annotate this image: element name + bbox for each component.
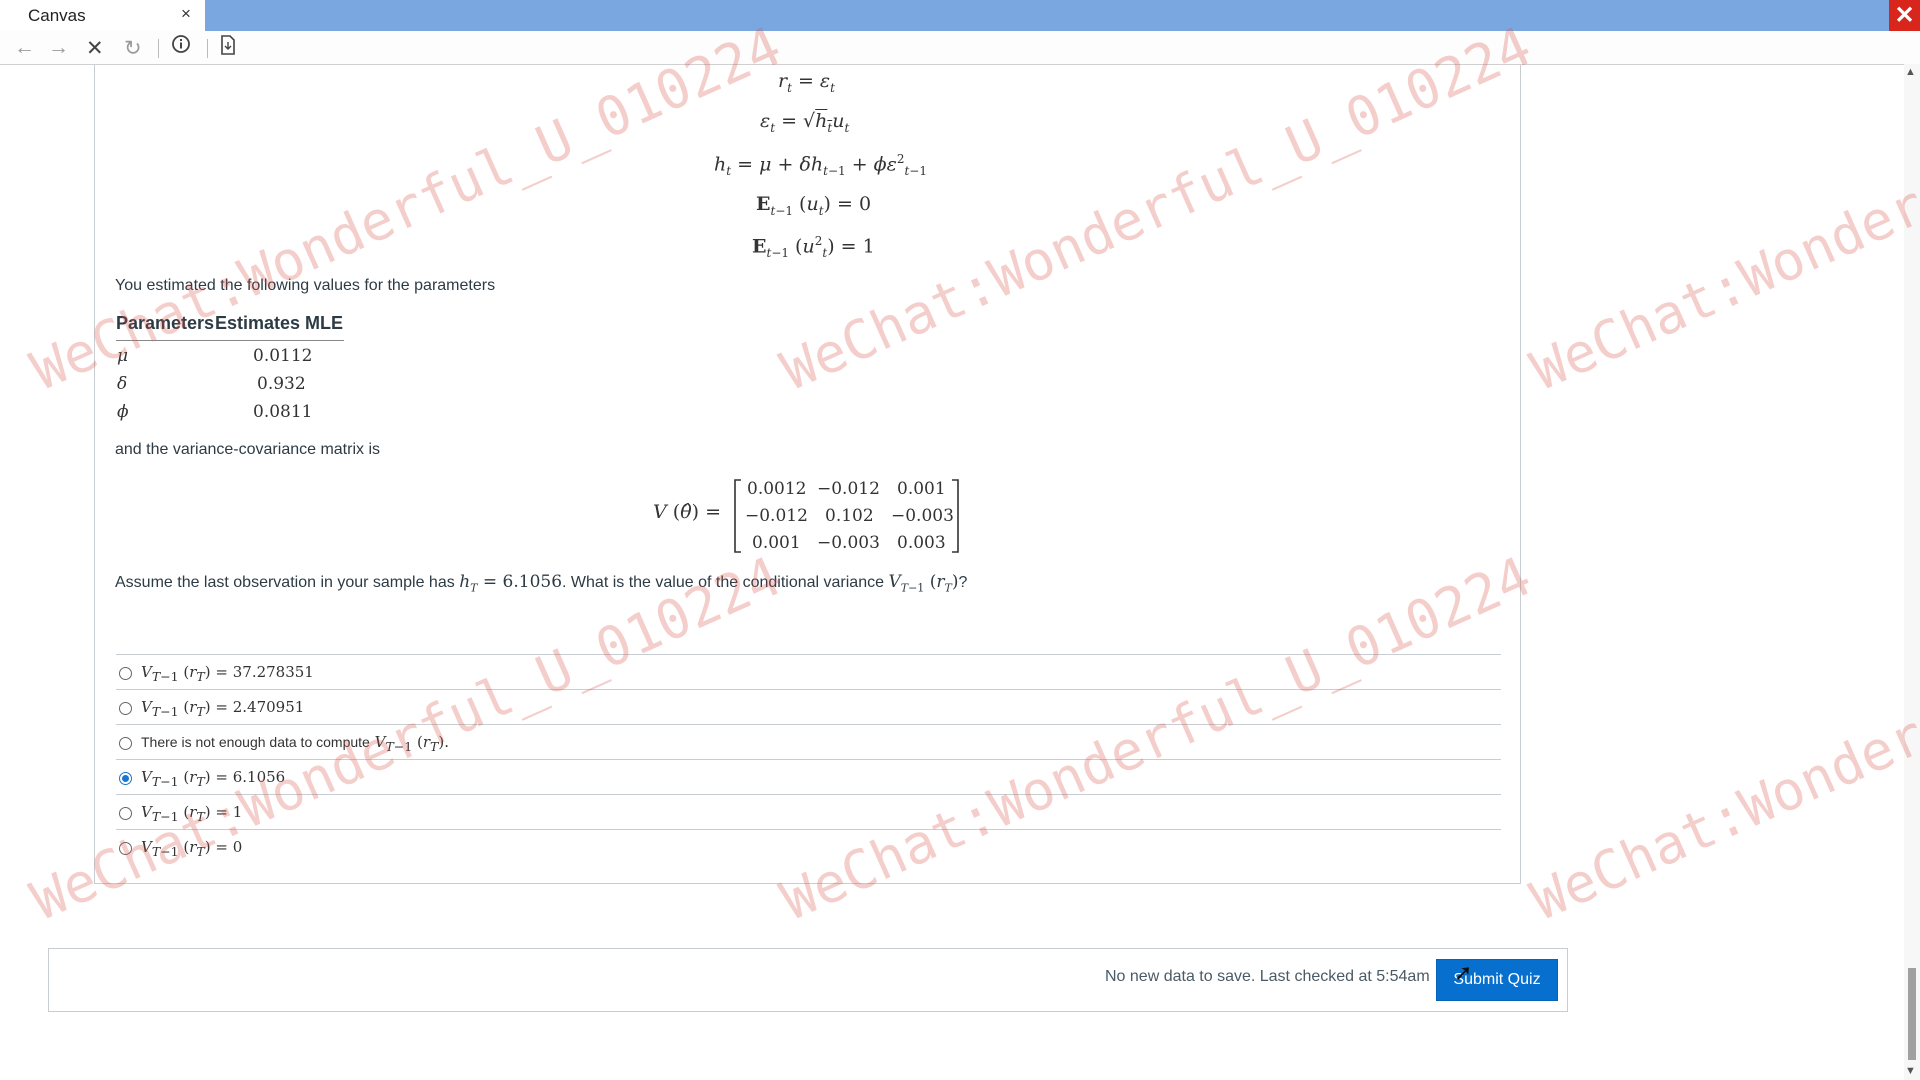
answer-radio-selected[interactable] <box>119 772 132 785</box>
reload-icon[interactable]: ↻ <box>124 36 142 61</box>
equation-returns: rt = εt <box>778 70 835 95</box>
equation-variance: ht = μ + δht−1 + ϕε2t−1 <box>714 152 927 179</box>
equation-epsilon: εt = √htut <box>760 110 850 135</box>
answer-radio[interactable] <box>119 737 132 750</box>
answer-option[interactable]: VT−1 (rT) = 6.1056 <box>141 768 285 789</box>
answer-option[interactable]: VT−1 (rT) = 2.470951 <box>141 698 304 719</box>
answer-text: There is not enough data to compute <box>141 734 370 750</box>
question-box <box>94 65 1521 884</box>
browser-tab[interactable]: Canvas × <box>0 0 205 31</box>
matrix-cell: 0.001 <box>897 479 946 499</box>
prompt-part1: Assume the last observation in your samp… <box>115 574 455 591</box>
matrix-intro: and the variance-covariance matrix is <box>115 441 381 458</box>
answer-value: 37.278351 <box>232 663 314 681</box>
window-close-button[interactable]: ✕ <box>1889 0 1920 31</box>
matrix-cell: 0.102 <box>825 506 874 526</box>
answer-option[interactable]: There is not enough data to compute VT−1… <box>141 733 449 754</box>
prompt-part2: What is the value of the conditional var… <box>570 574 884 591</box>
option-divider <box>116 654 1501 655</box>
option-divider <box>116 759 1501 760</box>
parameters-intro: You estimated the following values for t… <box>115 277 496 294</box>
tab-close-icon[interactable]: × <box>181 4 191 24</box>
matrix-cell: 0.003 <box>897 533 946 553</box>
answer-value: 0 <box>232 838 243 856</box>
equation-mean-u: Et−1 (ut) = 0 <box>756 193 872 218</box>
option-divider <box>116 794 1501 795</box>
answer-radio[interactable] <box>119 807 132 820</box>
mouse-cursor-icon: ➚ <box>1454 960 1473 985</box>
prompt-ht-value: 6.1056 <box>502 572 563 592</box>
info-icon[interactable] <box>171 34 191 60</box>
matrix-cell: −0.012 <box>817 479 880 499</box>
answer-radio[interactable] <box>119 702 132 715</box>
matrix-cell: −0.012 <box>745 506 808 526</box>
equation-mean-u2: Et−1 (u2t) = 1 <box>752 234 875 261</box>
watermark: WeChat:Wonderful_U_010224 <box>1522 14 1920 403</box>
option-divider <box>116 829 1501 830</box>
page-icon[interactable] <box>220 35 236 61</box>
toolbar-divider <box>207 39 208 58</box>
answer-value: 1 <box>232 803 243 821</box>
autosave-status: No new data to save. Last checked at 5:5… <box>1105 968 1430 985</box>
option-divider <box>116 689 1501 690</box>
watermark: WeChat:Wonderful_U_010224 <box>1522 544 1920 933</box>
table-header-estimates: Estimates MLE <box>215 313 344 333</box>
matrix-cell: 0.0012 <box>747 479 807 499</box>
answer-option[interactable]: VT−1 (rT) = 37.278351 <box>141 663 314 684</box>
toolbar-divider <box>158 39 159 58</box>
answer-value: 2.470951 <box>232 698 305 716</box>
table-cell-estimate: 0.0112 <box>253 346 313 366</box>
table-header-rule <box>116 340 344 341</box>
table-cell-param: ϕ <box>117 402 129 422</box>
matrix-label: V (θ̂) = <box>653 501 722 523</box>
answer-option[interactable]: VT−1 (rT) = 0 <box>141 838 242 859</box>
matrix-cell: 0.001 <box>752 533 801 553</box>
answer-option[interactable]: VT−1 (rT) = 1 <box>141 803 242 824</box>
back-arrow-icon[interactable]: ← <box>14 36 35 60</box>
table-cell-param: μ <box>117 346 129 366</box>
answer-radio[interactable] <box>119 667 132 680</box>
option-divider <box>116 724 1501 725</box>
scrollbar-thumb[interactable] <box>1908 968 1916 1060</box>
matrix-cell: −0.003 <box>817 533 880 553</box>
question-prompt: Assume the last observation in your samp… <box>115 572 968 595</box>
table-cell-estimate: 0.932 <box>257 374 306 394</box>
matrix-cell: −0.003 <box>891 506 954 526</box>
tab-title: Canvas <box>28 6 86 25</box>
table-cell-estimate: 0.0811 <box>253 402 313 422</box>
browser-toolbar: ← → ✕ ↻ <box>0 31 1920 65</box>
forward-arrow-icon[interactable]: → <box>48 36 69 60</box>
stop-icon[interactable]: ✕ <box>86 36 104 61</box>
page-scrollbar[interactable] <box>1904 64 1920 1080</box>
answer-radio[interactable] <box>119 842 132 855</box>
table-cell-param: δ <box>117 374 128 394</box>
answer-value: 6.1056 <box>232 768 286 786</box>
table-header-parameters: Parameters <box>116 313 215 333</box>
browser-titlebar <box>0 0 1920 31</box>
scroll-up-icon[interactable]: ▲ <box>1905 66 1916 78</box>
scroll-down-icon[interactable]: ▼ <box>1905 1065 1916 1077</box>
